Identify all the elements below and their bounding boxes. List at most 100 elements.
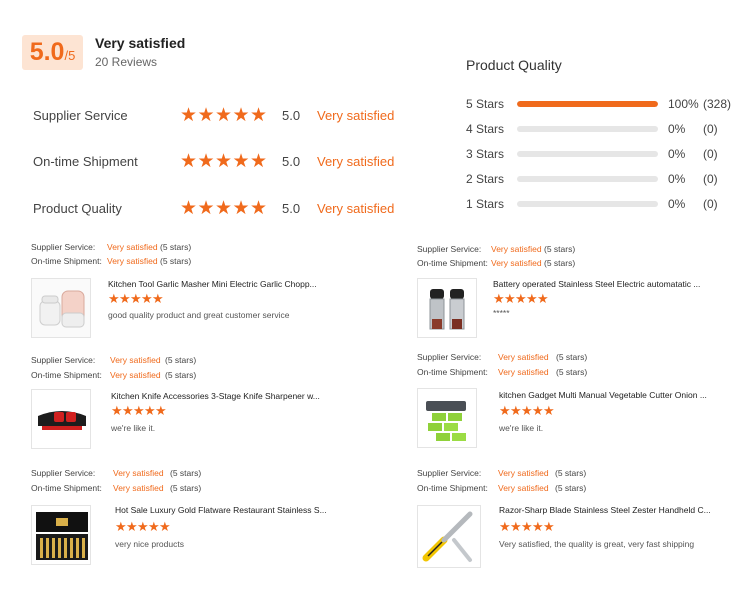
star-icon: ★	[122, 403, 134, 418]
metric-stars: ★ ★ ★ ★ ★	[180, 152, 268, 171]
metric-label: On-time Shipment	[33, 154, 138, 169]
knife-sharpener-image	[32, 390, 90, 448]
star-icon: ★	[197, 151, 215, 172]
garlic-chopper-image	[32, 279, 90, 337]
rating-bar-track	[517, 101, 658, 107]
review-product-title[interactable]: Kitchen Tool Garlic Masher Mini Electric…	[108, 279, 317, 289]
star-icon: ★	[180, 105, 198, 126]
review-supplier-label: Supplier Service:	[31, 468, 96, 478]
product-thumbnail[interactable]	[31, 389, 91, 449]
metric-label: Supplier Service	[33, 108, 128, 123]
rating-bar-label: 5 Stars	[466, 97, 505, 111]
rating-bar-row: 4 Stars 0% (0)	[466, 122, 736, 138]
metric-text: Very satisfied	[317, 108, 395, 123]
review-supplier-label: Supplier Service:	[417, 352, 482, 362]
star-icon: ★	[250, 151, 268, 172]
pepper-grinder-image	[418, 279, 476, 337]
review-shipment-line: On-time Shipment: Very satisfied (5 star…	[31, 483, 201, 493]
review-supplier-stars: (5 stars)	[170, 468, 202, 478]
star-icon: ★	[144, 403, 156, 418]
review-shipment-stars: (5 stars)	[165, 370, 197, 380]
review-shipment-label: On-time Shipment:	[31, 256, 102, 266]
star-icon: ★	[504, 291, 516, 306]
star-icon: ★	[499, 519, 511, 534]
star-icon: ★	[119, 291, 131, 306]
metric-label: Product Quality	[33, 201, 122, 216]
review-supplier-label: Supplier Service:	[31, 242, 96, 252]
review-shipment-stars: (5 stars)	[160, 256, 192, 266]
review-shipment-stars: (5 stars)	[170, 483, 202, 493]
review-shipment-value: Very satisfied	[110, 370, 161, 380]
product-thumbnail[interactable]	[417, 505, 481, 568]
star-icon: ★	[115, 519, 127, 534]
star-icon: ★	[137, 519, 149, 534]
star-icon: ★	[215, 105, 233, 126]
review-shipment-value: Very satisfied	[491, 258, 542, 268]
rating-bar-row: 1 Stars 0% (0)	[466, 197, 736, 213]
star-icon: ★	[521, 519, 533, 534]
review-comment: we're like it.	[499, 423, 544, 433]
review-comment: very nice products	[115, 539, 184, 549]
metric-value: 5.0	[282, 108, 301, 123]
rating-bar-fill	[517, 101, 658, 107]
review-supplier-label: Supplier Service:	[417, 244, 482, 254]
review-shipment-value: Very satisfied	[113, 483, 164, 493]
product-thumbnail[interactable]	[417, 388, 477, 448]
review-supplier-stars: (5 stars)	[555, 468, 587, 478]
rating-bar-label: 4 Stars	[466, 122, 505, 136]
rating-bar-percent: 0%	[668, 172, 686, 186]
star-icon: ★	[133, 403, 145, 418]
review-stars: ★ ★ ★ ★ ★	[108, 291, 164, 306]
review-supplier-value: Very satisfied	[113, 468, 164, 478]
review-shipment-value: Very satisfied	[498, 367, 549, 377]
star-icon: ★	[493, 291, 505, 306]
review-product-title[interactable]: Hot Sale Luxury Gold Flatware Restaurant…	[115, 505, 327, 515]
review-product-title[interactable]: Battery operated Stainless Steel Electri…	[493, 279, 700, 289]
rating-bar-percent: 0%	[668, 197, 686, 211]
rating-bar-label: 1 Stars	[466, 197, 505, 211]
review-product-title[interactable]: Kitchen Knife Accessories 3-Stage Knife …	[111, 391, 320, 401]
review-product-title[interactable]: kitchen Gadget Multi Manual Vegetable Cu…	[499, 390, 707, 400]
review-product-title[interactable]: Razor-Sharp Blade Stainless Steel Zester…	[499, 505, 711, 515]
review-supplier-stars: (5 stars)	[165, 355, 197, 365]
review-shipment-line: On-time Shipment: Very satisfied (5 star…	[417, 483, 586, 493]
overall-score-badge: 5.0/5	[22, 35, 83, 70]
rating-bar-row: 5 Stars 100% (328)	[466, 97, 736, 113]
review-shipment-line: On-time Shipment: Very satisfied (5 star…	[417, 367, 587, 377]
product-thumbnail[interactable]	[417, 278, 477, 338]
review-shipment-label: On-time Shipment:	[31, 483, 102, 493]
review-comment: good quality product and great customer …	[108, 310, 290, 320]
review-supplier-label: Supplier Service:	[417, 468, 482, 478]
star-icon: ★	[526, 291, 538, 306]
star-icon: ★	[250, 198, 268, 219]
rating-bar-row: 3 Stars 0% (0)	[466, 147, 736, 163]
star-icon: ★	[155, 403, 167, 418]
review-card: Supplier Service: Very satisfied (5 star…	[31, 468, 341, 578]
star-icon: ★	[232, 151, 250, 172]
review-comment: Very satisfied, the quality is great, ve…	[499, 539, 695, 549]
star-icon: ★	[499, 403, 511, 418]
rating-bar-count: (0)	[703, 147, 718, 161]
star-icon: ★	[180, 151, 198, 172]
star-icon: ★	[108, 291, 120, 306]
rating-bar-count: (0)	[703, 197, 718, 211]
rating-bar-count: (0)	[703, 122, 718, 136]
star-icon: ★	[152, 291, 164, 306]
gold-flatware-image	[32, 506, 90, 564]
product-thumbnail[interactable]	[31, 278, 91, 338]
zester-image	[418, 506, 480, 567]
review-shipment-stars: (5 stars)	[556, 367, 588, 377]
metric-stars: ★ ★ ★ ★ ★	[180, 106, 268, 125]
product-thumbnail[interactable]	[31, 505, 91, 565]
review-supplier-line: Supplier Service: Very satisfied (5 star…	[31, 242, 191, 252]
star-icon: ★	[215, 151, 233, 172]
rating-bar-label: 3 Stars	[466, 147, 505, 161]
vegetable-cutter-image	[418, 389, 476, 447]
review-supplier-stars: (5 stars)	[544, 244, 576, 254]
star-icon: ★	[141, 291, 153, 306]
rating-bar-track	[517, 151, 658, 157]
rating-bar-track	[517, 201, 658, 207]
review-supplier-value: Very satisfied	[498, 352, 549, 362]
rating-bar-percent: 100%	[668, 97, 699, 111]
review-stars: ★ ★ ★ ★ ★	[499, 519, 555, 534]
